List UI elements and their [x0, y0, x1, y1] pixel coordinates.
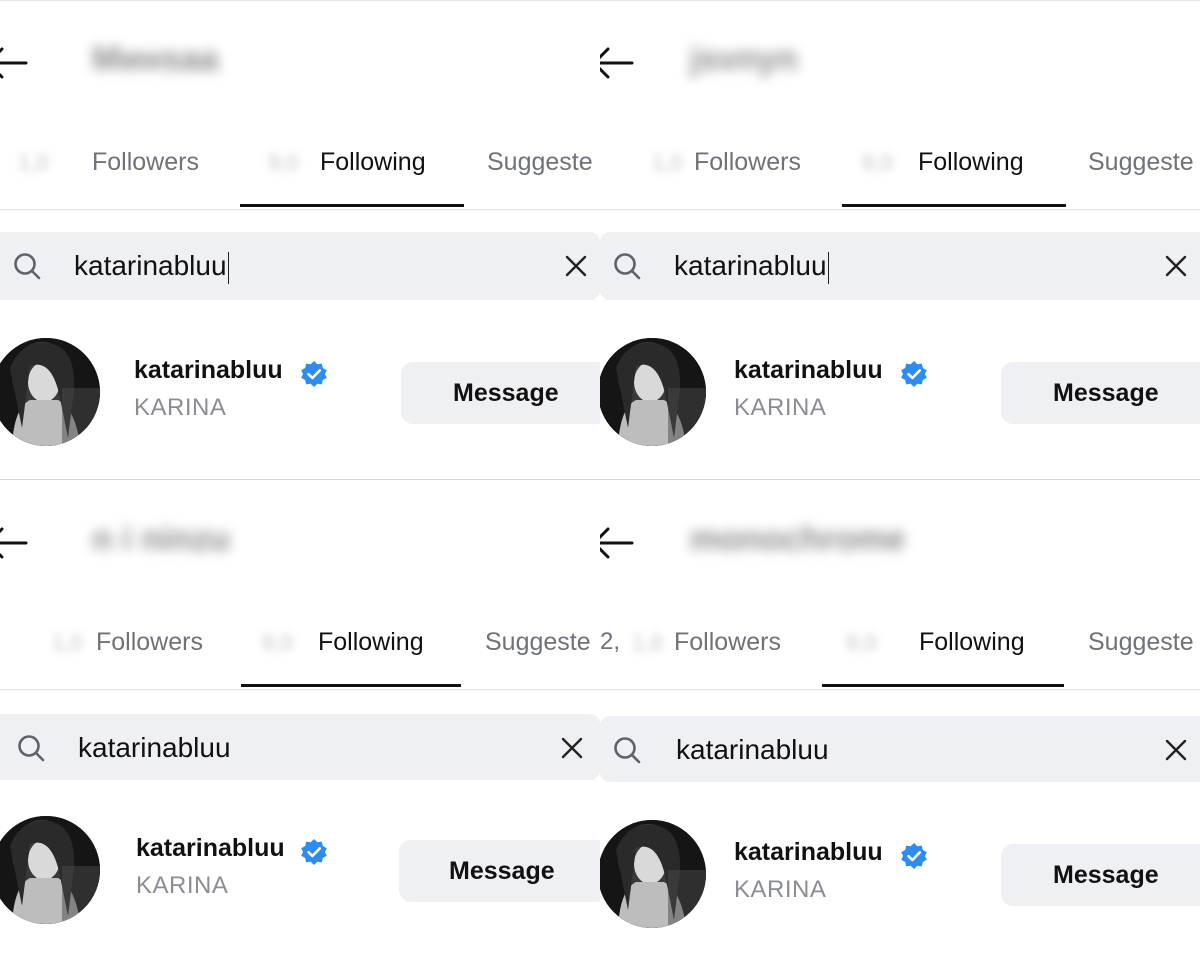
follow-tabs: 2, 1,0 Followers 9,0 Following Suggeste	[600, 600, 1200, 690]
follow-tabs: 1,0 Followers 9,0 Following Suggeste	[600, 120, 1200, 210]
profile-username: monochrome	[690, 520, 906, 558]
result-username: katarinabluu	[134, 356, 283, 384]
tab-followers[interactable]: Followers	[92, 148, 199, 177]
tab-following[interactable]: Following	[918, 148, 1024, 177]
tab-prefix: 2,	[600, 628, 621, 655]
avatar[interactable]	[600, 338, 706, 446]
message-button[interactable]: Message	[1001, 844, 1200, 906]
search-icon	[18, 735, 45, 762]
avatar[interactable]	[600, 820, 706, 928]
following-count-blurred: 9,0	[262, 630, 293, 655]
result-full-name: KARINA	[734, 876, 827, 903]
tabs-divider	[0, 209, 600, 210]
list-item[interactable]: katarinabluu KARINA Message	[0, 808, 600, 928]
screenshot-panel-4: monochrome 2, 1,0 Followers 9,0 Followin…	[600, 480, 1200, 960]
followers-count-blurred: 1,0	[632, 630, 663, 655]
verified-badge-icon	[301, 361, 327, 387]
search-input[interactable]: katarinabluu	[74, 246, 230, 286]
tab-suggested[interactable]: Suggeste	[487, 148, 593, 177]
screenshot-panel-3: n i ninzu 1,0 Followers 9,0 Following Su…	[0, 480, 600, 960]
search-input[interactable]: katarinabluu	[78, 728, 231, 768]
profile-username: jsvnyn	[690, 40, 798, 78]
result-username: katarinabluu	[734, 838, 883, 866]
search-icon	[614, 253, 641, 280]
followers-count-blurred: 1,0	[18, 150, 49, 175]
search-icon	[614, 737, 641, 764]
verified-badge-icon	[901, 361, 927, 387]
search-bar[interactable]: katarinabluu	[600, 232, 1200, 300]
search-input-value: katarinabluu	[674, 250, 827, 281]
follow-tabs: 1,0 Followers 9,0 Following Suggeste	[0, 600, 600, 690]
result-full-name: KARINA	[136, 872, 229, 899]
message-button[interactable]: Message	[1001, 362, 1200, 424]
tab-following[interactable]: Following	[919, 628, 1025, 657]
following-count-blurred: 9,0	[862, 150, 893, 175]
back-arrow-icon[interactable]	[600, 526, 634, 560]
tab-followers[interactable]: Followers	[694, 148, 801, 177]
tab-following[interactable]: Following	[318, 628, 424, 657]
tab-suggested[interactable]: Suggeste	[1088, 628, 1194, 657]
top-divider	[0, 0, 1200, 1]
active-tab-indicator	[240, 204, 464, 207]
search-input-value: katarinabluu	[78, 732, 231, 763]
back-arrow-icon[interactable]	[600, 46, 634, 80]
profile-username: n i ninzu	[92, 520, 230, 558]
verified-badge-icon	[301, 839, 327, 865]
verified-badge-icon	[901, 843, 927, 869]
list-item[interactable]: katarinabluu KARINA Message	[0, 330, 600, 450]
following-count-blurred: 9,0	[268, 150, 299, 175]
tab-following[interactable]: Following	[320, 148, 426, 177]
search-bar[interactable]: katarinabluu	[600, 716, 1200, 782]
result-full-name: KARINA	[134, 394, 227, 421]
message-button[interactable]: Message	[401, 362, 600, 424]
active-tab-indicator	[241, 684, 461, 687]
follow-tabs: 1,0 Followers 9,0 Following Suggeste	[0, 120, 600, 210]
list-item[interactable]: katarinabluu KARINA Message	[600, 330, 1200, 450]
close-icon[interactable]	[1164, 738, 1188, 762]
close-icon[interactable]	[1164, 254, 1188, 278]
list-item[interactable]: katarinabluu KARINA Message	[600, 812, 1200, 932]
search-input[interactable]: katarinabluu	[674, 246, 830, 286]
tab-followers[interactable]: Followers	[674, 628, 781, 657]
search-input[interactable]: katarinabluu	[676, 730, 829, 770]
close-icon[interactable]	[560, 736, 584, 760]
message-button[interactable]: Message	[399, 840, 600, 902]
screenshot-panel-1: Минsaa 1,0 Followers 9,0 Following Sugge…	[0, 0, 600, 480]
panel-divider	[0, 479, 1200, 480]
search-input-value: katarinabluu	[676, 734, 829, 765]
avatar[interactable]	[0, 816, 100, 924]
active-tab-indicator	[842, 204, 1066, 207]
tabs-divider	[0, 689, 600, 690]
search-bar[interactable]: katarinabluu	[0, 232, 600, 300]
close-icon[interactable]	[564, 254, 588, 278]
screenshot-panel-2: jsvnyn 1,0 Followers 9,0 Following Sugge…	[600, 0, 1200, 480]
text-cursor	[827, 251, 830, 284]
active-tab-indicator	[822, 684, 1064, 687]
search-input-value: katarinabluu	[74, 250, 227, 281]
profile-username: Минsaa	[92, 40, 219, 78]
following-count-blurred: 9,0	[846, 630, 877, 655]
back-arrow-icon[interactable]	[0, 526, 28, 560]
avatar[interactable]	[0, 338, 100, 446]
tabs-divider	[600, 209, 1200, 210]
result-username: katarinabluu	[734, 356, 883, 384]
tab-suggested[interactable]: Suggeste	[485, 628, 591, 657]
search-bar[interactable]: katarinabluu	[0, 714, 600, 780]
tabs-divider	[600, 689, 1200, 690]
result-full-name: KARINA	[734, 394, 827, 421]
followers-count-blurred: 1,0	[52, 630, 83, 655]
search-icon	[14, 253, 41, 280]
result-username: katarinabluu	[136, 834, 285, 862]
followers-count-blurred: 1,0	[652, 150, 683, 175]
text-cursor	[227, 251, 230, 284]
tab-followers[interactable]: Followers	[96, 628, 203, 657]
back-arrow-icon[interactable]	[0, 46, 28, 80]
tab-suggested[interactable]: Suggeste	[1088, 148, 1194, 177]
